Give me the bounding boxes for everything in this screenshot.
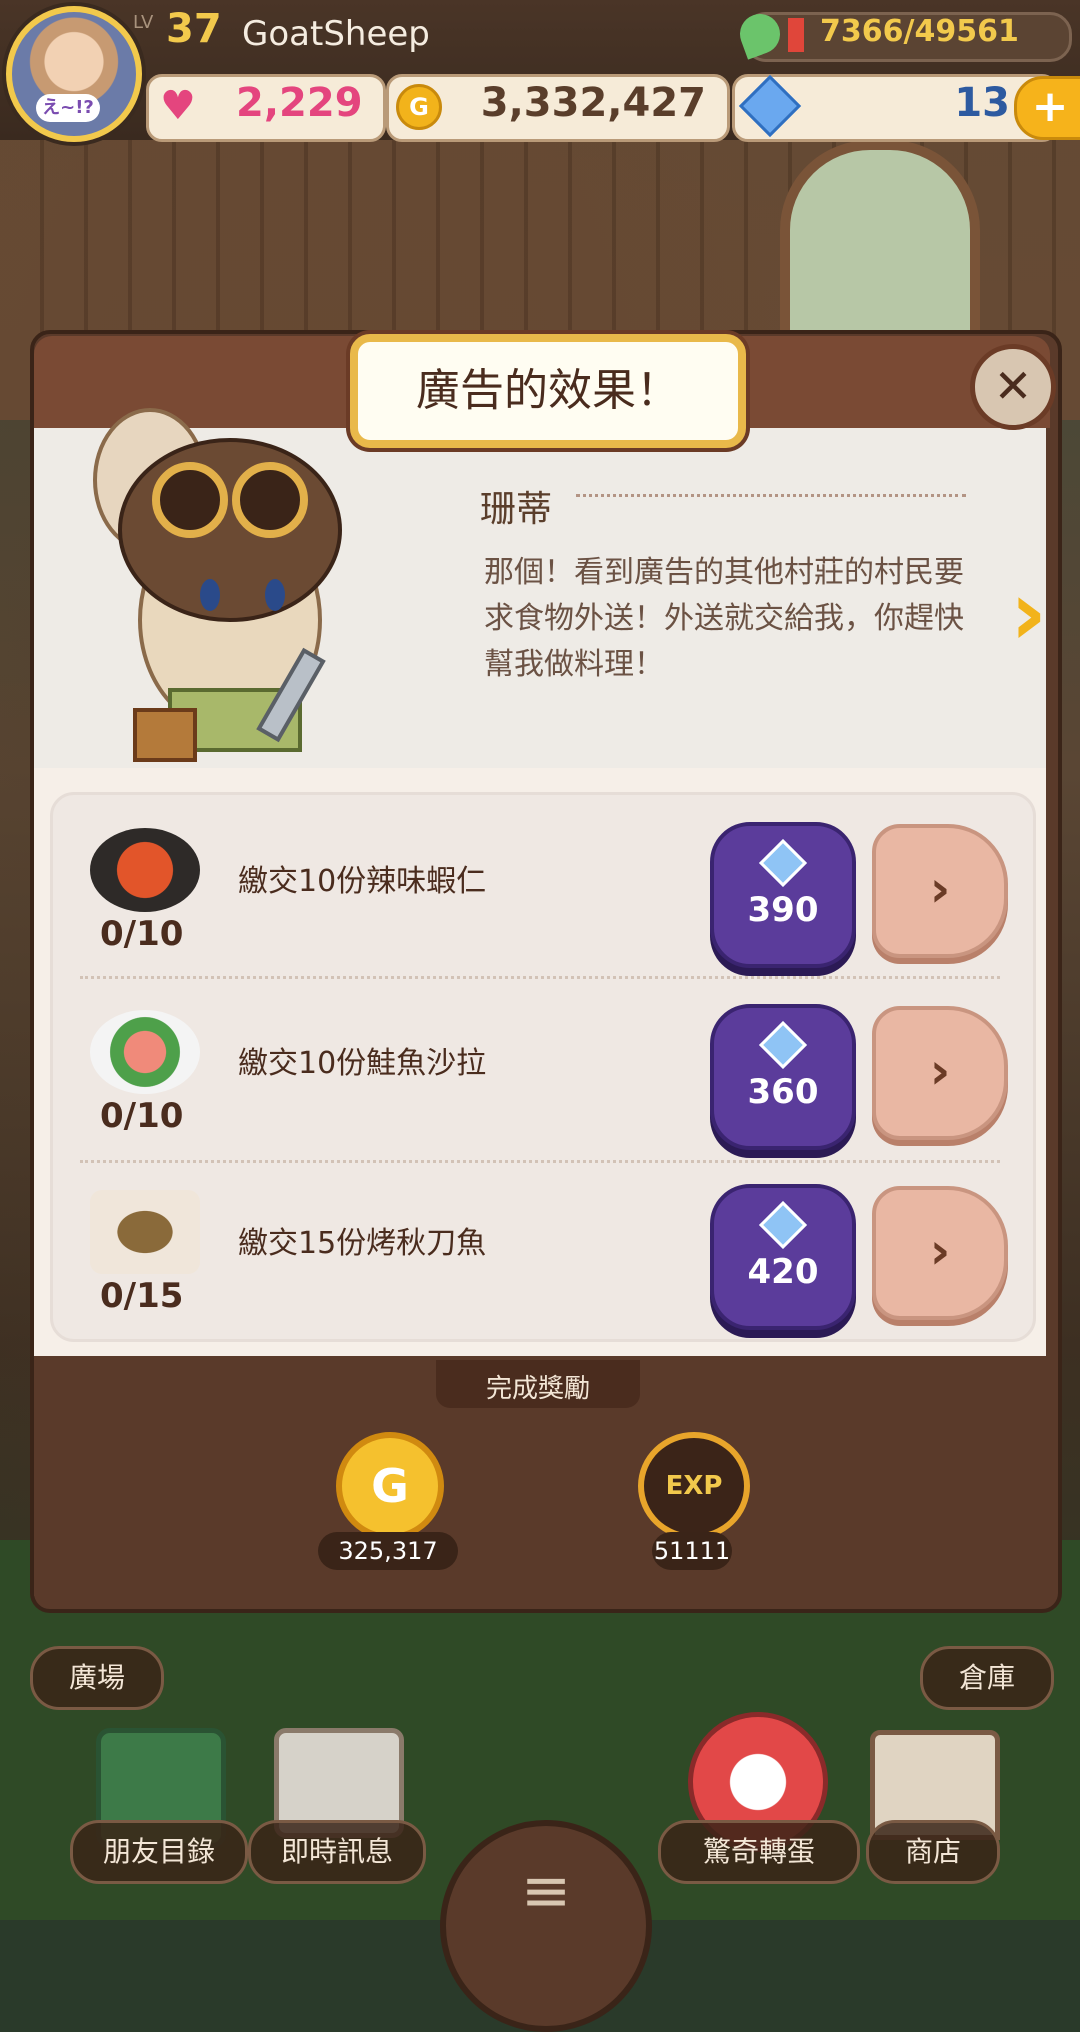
gem-icon [758,1020,808,1070]
ornament-divider [576,494,966,509]
gems-value: 13 [954,80,1010,126]
gem-cost: 390 [747,890,819,930]
cafe-window [780,140,980,360]
gem-icon [758,1200,808,1250]
quest-name: 繳交10份鮭魚沙拉 [238,1046,487,1081]
exp-icon: EXP [638,1432,750,1540]
reward-exp-value: 51111 [652,1532,732,1570]
gem-complete-button[interactable]: 390 [710,822,856,968]
player-level: 37 [166,6,222,52]
gem-complete-button[interactable]: 360 [710,1004,856,1150]
plaza-button[interactable]: 廣場 [30,1646,164,1710]
quest-name: 繳交15份烤秋刀魚 [238,1226,487,1261]
friends-list-button[interactable]: 朋友目錄 [70,1820,248,1884]
close-button[interactable]: ✕ [970,344,1056,430]
quest-row: 0/15 繳交15份烤秋刀魚 420 › [50,1172,1030,1352]
gold-coin-icon: G [396,84,442,130]
player-name: GoatSheep [242,14,430,54]
reward-label: 完成獎勵 [485,1374,590,1404]
quest-progress: 0/15 [100,1276,184,1316]
quest-name: 繳交10份辣味蝦仁 [238,864,487,899]
salmon-salad-icon [90,1010,200,1094]
gem-cost: 420 [747,1252,819,1292]
quest-row: 0/10 繳交10份鮭魚沙拉 360 › [50,992,1030,1172]
heart-icon: ♥ [160,83,196,129]
buy-gems-button[interactable]: + [1014,76,1080,140]
go-button[interactable]: › [872,1186,1008,1320]
gold-value: 3,332,427 [480,80,706,126]
quest-progress: 0/10 [100,1096,184,1136]
speech-text: 那個！看到廣告的其他村莊的村民要求食物外送！外送就交給我，你趕快幫我做料理！ [484,555,964,682]
gem-complete-button[interactable]: 420 [710,1184,856,1330]
gem-icon [758,838,808,888]
spicy-shrimp-icon [90,828,200,912]
storage-button[interactable]: 倉庫 [920,1646,1054,1710]
next-dialog-arrow-icon[interactable]: › [1010,569,1070,659]
quest-progress: 0/10 [100,914,184,954]
divider [80,1160,1000,1163]
gold-coin-icon: G [336,1432,444,1540]
gacha-button[interactable]: 驚奇轉蛋 [658,1820,860,1884]
exp-bar-fill [788,18,804,52]
exp-value: 7366/49561 [820,14,1019,49]
divider [80,976,1000,979]
shop-button[interactable]: 商店 [866,1820,1000,1884]
gem-cost: 360 [747,1072,819,1112]
dialog-title: 廣告的效果！ [416,365,680,416]
messages-button[interactable]: 即時訊息 [248,1820,426,1884]
main-menu-button[interactable]: ≡ [440,1820,652,2032]
grilled-saury-icon [90,1190,200,1274]
quest-row: 0/10 繳交10份辣味蝦仁 390 › [50,810,1030,990]
go-button[interactable]: › [872,824,1008,958]
hearts-value: 2,229 [236,80,363,126]
avatar-tag: え~!? [36,94,100,122]
go-button[interactable]: › [872,1006,1008,1140]
mouse-mechanic-character [93,408,342,762]
reward-gold-value: 325,317 [318,1532,458,1570]
speaker-name: 珊蒂 [480,489,553,530]
level-label: LV [133,12,154,33]
